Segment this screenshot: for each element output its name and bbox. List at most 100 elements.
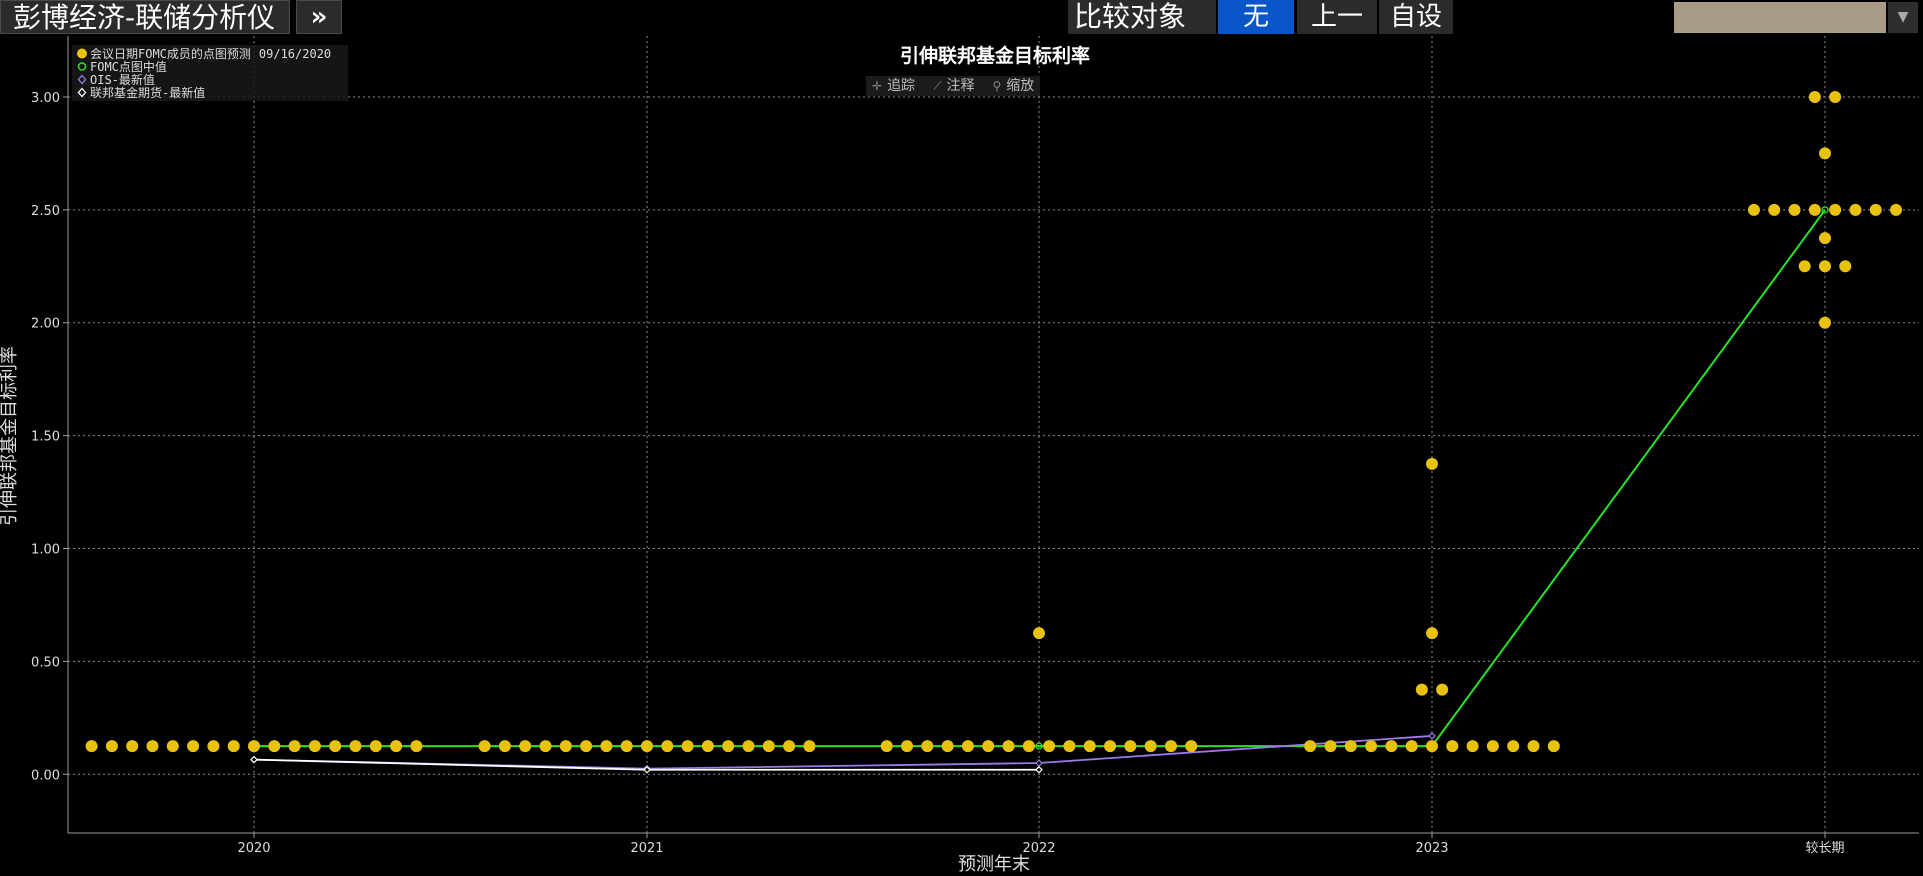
fomc-dot [85, 740, 98, 753]
fomc-dot [1798, 260, 1811, 273]
fomc-dot [1144, 740, 1157, 753]
fomc-dot [288, 740, 301, 753]
fomc-dot [390, 740, 403, 753]
fomc-dot [1819, 232, 1831, 245]
fomc-dot [1002, 740, 1015, 753]
fomc-dot [762, 740, 775, 753]
pen-icon: ⟋ [933, 79, 942, 93]
fomc-dot [369, 740, 382, 753]
fomc-dot [1829, 203, 1842, 216]
x-tick-label: 2021 [630, 841, 663, 856]
chart-axes: 0.000.501.001.502.002.503.002020 2021 2022… [31, 36, 1919, 856]
chart-legend: 会议日期FOMC成员的点图预测 09/16/2020 FOMC点图中值 OIS-… [72, 45, 348, 101]
fomc-dot [701, 740, 714, 753]
fomc-dot [329, 740, 342, 753]
fomc-dot [1747, 203, 1760, 216]
fomc-dot [1446, 740, 1459, 753]
fomc-dot [1819, 260, 1831, 273]
fomc-dot [1788, 203, 1801, 216]
fomc-dot [498, 740, 511, 753]
track-tool[interactable]: ✛ 追踪 [872, 76, 915, 96]
fomc-dot [1819, 316, 1831, 329]
diamond-white-icon [76, 87, 90, 98]
fomc-dot [1043, 740, 1056, 753]
fomc-dot [410, 740, 423, 753]
fomc-dot [783, 740, 796, 753]
fomc-dot [1104, 740, 1117, 753]
diamond-outline-icon [76, 74, 90, 85]
fomc-dot [1768, 203, 1781, 216]
y-tick-label: 0.50 [31, 655, 60, 670]
fomc-dot [1344, 740, 1357, 753]
annotate-tool[interactable]: ⟋ 注释 [933, 76, 974, 96]
fomc-dot [248, 740, 260, 753]
fomc-dot [661, 740, 674, 753]
fomc-dot [1365, 740, 1378, 753]
compare-custom-button[interactable]: 自设 [1379, 0, 1453, 34]
dot-symbol-icon [76, 48, 90, 59]
fomc-dot [620, 740, 633, 753]
fomc-dot [901, 740, 914, 753]
y-tick-label: 1.00 [31, 543, 60, 558]
fomc-dot [1324, 740, 1337, 753]
chart-dots [85, 90, 1903, 753]
compare-previous-button[interactable]: 上一 [1297, 0, 1377, 34]
fomc-dot [519, 740, 532, 753]
fomc-dot [478, 740, 491, 753]
fomc-dot [1466, 740, 1479, 753]
zoom-label: 缩放 [1006, 78, 1035, 94]
zoom-tool[interactable]: ⚲ 缩放 [992, 76, 1034, 96]
top-bar: 彭博经济-联储分析仪 » 比较对象 无 上一 自设 ▼ [0, 0, 1923, 36]
y-tick-label: 3.00 [31, 91, 60, 106]
custom-selector-box[interactable] [1674, 2, 1886, 33]
compare-label: 比较对象 [1068, 0, 1216, 34]
fomc-dot [146, 740, 159, 753]
fomc-dot [1808, 90, 1821, 103]
y-tick-label: 2.50 [31, 204, 60, 219]
chart-grid [68, 36, 1919, 833]
fomc-dot [742, 740, 755, 753]
app-title: 彭博经济-联储分析仪 [0, 0, 290, 34]
chevron-down-icon[interactable]: ▼ [1888, 2, 1918, 33]
fomc-dot [600, 740, 613, 753]
fomc-dot [227, 740, 240, 753]
fomc-dot [187, 740, 200, 753]
fomc-dot [722, 740, 735, 753]
circle-outline-icon [76, 61, 90, 72]
fomc-dot [1839, 260, 1852, 273]
y-axis-label: 引伸联邦基金目标利率 [0, 346, 20, 526]
x-axis-label: 预测年末 [958, 854, 1030, 875]
x-tick-label: 2020 [237, 841, 270, 856]
fomc-dot [539, 740, 552, 753]
fomc-dot [1869, 203, 1882, 216]
fomc-dot [1426, 457, 1438, 470]
fomc-dot [880, 740, 893, 753]
fomc-dot [580, 740, 593, 753]
fomc-dot [1083, 740, 1096, 753]
fomc-dot [1304, 740, 1317, 753]
chart-toolbar: ✛ 追踪 ⟋ 注释 ⚲ 缩放 [866, 76, 1041, 96]
legend-futures-label: 联邦基金期货-最新值 [90, 86, 206, 100]
fomc-dot [126, 740, 139, 753]
fomc-dot [961, 740, 974, 753]
x-tick-label: 2023 [1415, 841, 1448, 856]
fomc-dot [1547, 740, 1560, 753]
fomc-dot [1527, 740, 1540, 753]
y-tick-label: 0.00 [31, 768, 60, 783]
fomc-dot [1185, 740, 1198, 753]
futures-marker [250, 755, 258, 764]
futures-marker [1035, 765, 1043, 774]
legend-item-futures[interactable]: 联邦基金期货-最新值 [76, 86, 344, 100]
fomc-dot [1164, 740, 1177, 753]
x-tick-label: 较长期 [1805, 841, 1844, 856]
fomc-dot [641, 740, 653, 753]
more-button[interactable]: » [296, 0, 342, 34]
fomc-dot [1819, 147, 1831, 160]
fomc-dot [308, 740, 321, 753]
fomc-dot [1415, 683, 1428, 696]
fomc-dot [1436, 683, 1449, 696]
annotate-label: 注释 [946, 78, 975, 94]
compare-none-button[interactable]: 无 [1218, 0, 1294, 34]
fed-funds-chart: 0.000.501.001.502.002.503.002020 2021 2022… [0, 36, 1919, 875]
fomc-dot [941, 740, 954, 753]
